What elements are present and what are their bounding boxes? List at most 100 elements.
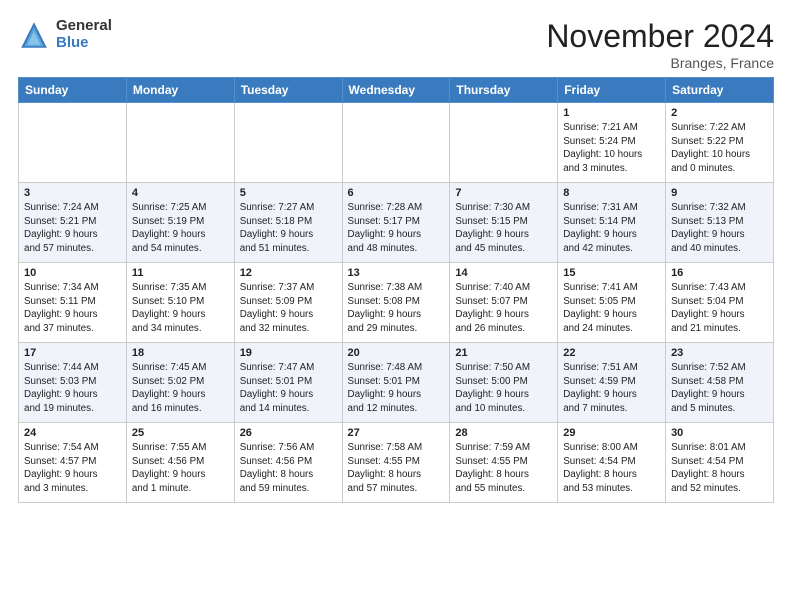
day-info: Sunrise: 7:27 AM Sunset: 5:18 PM Dayligh…	[240, 201, 337, 256]
day-info: Sunrise: 7:40 AM Sunset: 5:07 PM Dayligh…	[455, 281, 552, 336]
calendar-week-row: 3Sunrise: 7:24 AM Sunset: 5:21 PM Daylig…	[19, 183, 774, 263]
calendar-cell: 26 Sunrise: 7:56 AM Sunset: 4:56 PM Dayli…	[234, 423, 342, 503]
day-number: 9	[671, 187, 768, 199]
logo: General Blue	[18, 18, 112, 51]
calendar: SundayMondayTuesdayWednesdayThursdayFrid…	[18, 77, 774, 503]
day-info: Sunrise: 7:28 AM Sunset: 5:17 PM Dayligh…	[348, 201, 445, 256]
day-number: 7	[455, 187, 552, 199]
calendar-cell: 25Sunrise: 7:55 AM Sunset: 4:56 PM Dayli…	[126, 423, 234, 503]
day-info: Sunrise: 7:31 AM Sunset: 5:14 PM Dayligh…	[563, 201, 660, 256]
day-number: 12	[240, 267, 337, 279]
logo-blue-text: Blue	[56, 35, 112, 52]
day-info: Sunrise: 7:37 AM Sunset: 5:09 PM Dayligh…	[240, 281, 337, 336]
day-info: Sunrise: 7:34 AM Sunset: 5:11 PM Dayligh…	[24, 281, 121, 336]
location: Branges, France	[546, 55, 774, 71]
day-number: 18	[132, 347, 229, 359]
day-number: 13	[348, 267, 445, 279]
logo-text: General Blue	[56, 18, 112, 51]
day-number: 20	[348, 347, 445, 359]
day-info: Sunrise: 7:59 AM Sunset: 4:55 PM Dayligh…	[455, 441, 552, 496]
day-header-tuesday: Tuesday	[234, 78, 342, 103]
day-info: Sunrise: 7:55 AM Sunset: 4:56 PM Dayligh…	[132, 441, 229, 496]
day-number: 10	[24, 267, 121, 279]
day-header-wednesday: Wednesday	[342, 78, 450, 103]
day-header-friday: Friday	[558, 78, 666, 103]
logo-icon	[18, 19, 50, 51]
day-info: Sunrise: 7:32 AM Sunset: 5:13 PM Dayligh…	[671, 201, 768, 256]
calendar-week-row: 24 Sunrise: 7:54 AM Sunset: 4:57 PM Dayli…	[19, 423, 774, 503]
day-info: Sunrise: 7:35 AM Sunset: 5:10 PM Dayligh…	[132, 281, 229, 336]
day-number: 21	[455, 347, 552, 359]
calendar-cell: 28 Sunrise: 7:59 AM Sunset: 4:55 PM Dayli…	[450, 423, 558, 503]
day-number: 5	[240, 187, 337, 199]
day-number: 19	[240, 347, 337, 359]
day-info: Sunrise: 7:48 AM Sunset: 5:01 PM Dayligh…	[348, 361, 445, 416]
day-number: 4	[132, 187, 229, 199]
calendar-cell	[19, 103, 127, 183]
calendar-cell: 8 Sunrise: 7:31 AM Sunset: 5:14 PM Daylig…	[558, 183, 666, 263]
day-info: Sunrise: 8:00 AM Sunset: 4:54 PM Dayligh…	[563, 441, 660, 496]
day-header-thursday: Thursday	[450, 78, 558, 103]
day-info: Sunrise: 7:51 AM Sunset: 4:59 PM Dayligh…	[563, 361, 660, 416]
month-title: November 2024	[546, 18, 774, 55]
title-block: November 2024 Branges, France	[546, 18, 774, 71]
day-header-monday: Monday	[126, 78, 234, 103]
day-info: Sunrise: 7:25 AM Sunset: 5:19 PM Dayligh…	[132, 201, 229, 256]
day-info: Sunrise: 7:44 AM Sunset: 5:03 PM Dayligh…	[24, 361, 121, 416]
page: General Blue November 2024 Branges, Fran…	[0, 0, 792, 515]
day-info: Sunrise: 7:47 AM Sunset: 5:01 PM Dayligh…	[240, 361, 337, 416]
day-number: 2	[671, 107, 768, 119]
day-info: Sunrise: 7:41 AM Sunset: 5:05 PM Dayligh…	[563, 281, 660, 336]
day-info: Sunrise: 8:01 AM Sunset: 4:54 PM Dayligh…	[671, 441, 768, 496]
calendar-cell: 24 Sunrise: 7:54 AM Sunset: 4:57 PM Dayli…	[19, 423, 127, 503]
day-info: Sunrise: 7:54 AM Sunset: 4:57 PM Dayligh…	[24, 441, 121, 496]
calendar-cell	[126, 103, 234, 183]
day-info: Sunrise: 7:38 AM Sunset: 5:08 PM Dayligh…	[348, 281, 445, 336]
day-number: 15	[563, 267, 660, 279]
calendar-cell	[234, 103, 342, 183]
calendar-cell: 1Sunrise: 7:21 AM Sunset: 5:24 PM Daylig…	[558, 103, 666, 183]
day-info: Sunrise: 7:56 AM Sunset: 4:56 PM Dayligh…	[240, 441, 337, 496]
calendar-cell: 5 Sunrise: 7:27 AM Sunset: 5:18 PM Daylig…	[234, 183, 342, 263]
calendar-cell: 15 Sunrise: 7:41 AM Sunset: 5:05 PM Dayli…	[558, 263, 666, 343]
calendar-cell: 20 Sunrise: 7:48 AM Sunset: 5:01 PM Dayli…	[342, 343, 450, 423]
calendar-cell	[450, 103, 558, 183]
day-number: 8	[563, 187, 660, 199]
day-info: Sunrise: 7:50 AM Sunset: 5:00 PM Dayligh…	[455, 361, 552, 416]
calendar-cell: 17Sunrise: 7:44 AM Sunset: 5:03 PM Dayli…	[19, 343, 127, 423]
calendar-cell: 13 Sunrise: 7:38 AM Sunset: 5:08 PM Dayli…	[342, 263, 450, 343]
day-number: 26	[240, 427, 337, 439]
calendar-cell: 29 Sunrise: 8:00 AM Sunset: 4:54 PM Dayli…	[558, 423, 666, 503]
calendar-week-row: 1Sunrise: 7:21 AM Sunset: 5:24 PM Daylig…	[19, 103, 774, 183]
day-number: 28	[455, 427, 552, 439]
calendar-cell: 12 Sunrise: 7:37 AM Sunset: 5:09 PM Dayli…	[234, 263, 342, 343]
day-number: 11	[132, 267, 229, 279]
day-info: Sunrise: 7:30 AM Sunset: 5:15 PM Dayligh…	[455, 201, 552, 256]
calendar-cell: 16Sunrise: 7:43 AM Sunset: 5:04 PM Dayli…	[666, 263, 774, 343]
calendar-header-row: SundayMondayTuesdayWednesdayThursdayFrid…	[19, 78, 774, 103]
day-header-saturday: Saturday	[666, 78, 774, 103]
calendar-cell: 10 Sunrise: 7:34 AM Sunset: 5:11 PM Dayli…	[19, 263, 127, 343]
calendar-week-row: 10 Sunrise: 7:34 AM Sunset: 5:11 PM Dayli…	[19, 263, 774, 343]
day-info: Sunrise: 7:58 AM Sunset: 4:55 PM Dayligh…	[348, 441, 445, 496]
calendar-cell: 19 Sunrise: 7:47 AM Sunset: 5:01 PM Dayli…	[234, 343, 342, 423]
calendar-cell: 11 Sunrise: 7:35 AM Sunset: 5:10 PM Dayli…	[126, 263, 234, 343]
day-number: 29	[563, 427, 660, 439]
day-number: 23	[671, 347, 768, 359]
day-info: Sunrise: 7:24 AM Sunset: 5:21 PM Dayligh…	[24, 201, 121, 256]
calendar-cell: 4 Sunrise: 7:25 AM Sunset: 5:19 PM Daylig…	[126, 183, 234, 263]
day-number: 6	[348, 187, 445, 199]
day-number: 24	[24, 427, 121, 439]
calendar-cell: 27 Sunrise: 7:58 AM Sunset: 4:55 PM Dayli…	[342, 423, 450, 503]
calendar-cell: 3Sunrise: 7:24 AM Sunset: 5:21 PM Daylig…	[19, 183, 127, 263]
day-info: Sunrise: 7:52 AM Sunset: 4:58 PM Dayligh…	[671, 361, 768, 416]
day-number: 14	[455, 267, 552, 279]
calendar-cell: 18Sunrise: 7:45 AM Sunset: 5:02 PM Dayli…	[126, 343, 234, 423]
calendar-cell: 6 Sunrise: 7:28 AM Sunset: 5:17 PM Daylig…	[342, 183, 450, 263]
calendar-cell: 21 Sunrise: 7:50 AM Sunset: 5:00 PM Dayli…	[450, 343, 558, 423]
day-info: Sunrise: 7:43 AM Sunset: 5:04 PM Dayligh…	[671, 281, 768, 336]
day-number: 1	[563, 107, 660, 119]
day-number: 27	[348, 427, 445, 439]
header: General Blue November 2024 Branges, Fran…	[18, 18, 774, 71]
calendar-cell: 14 Sunrise: 7:40 AM Sunset: 5:07 PM Dayli…	[450, 263, 558, 343]
